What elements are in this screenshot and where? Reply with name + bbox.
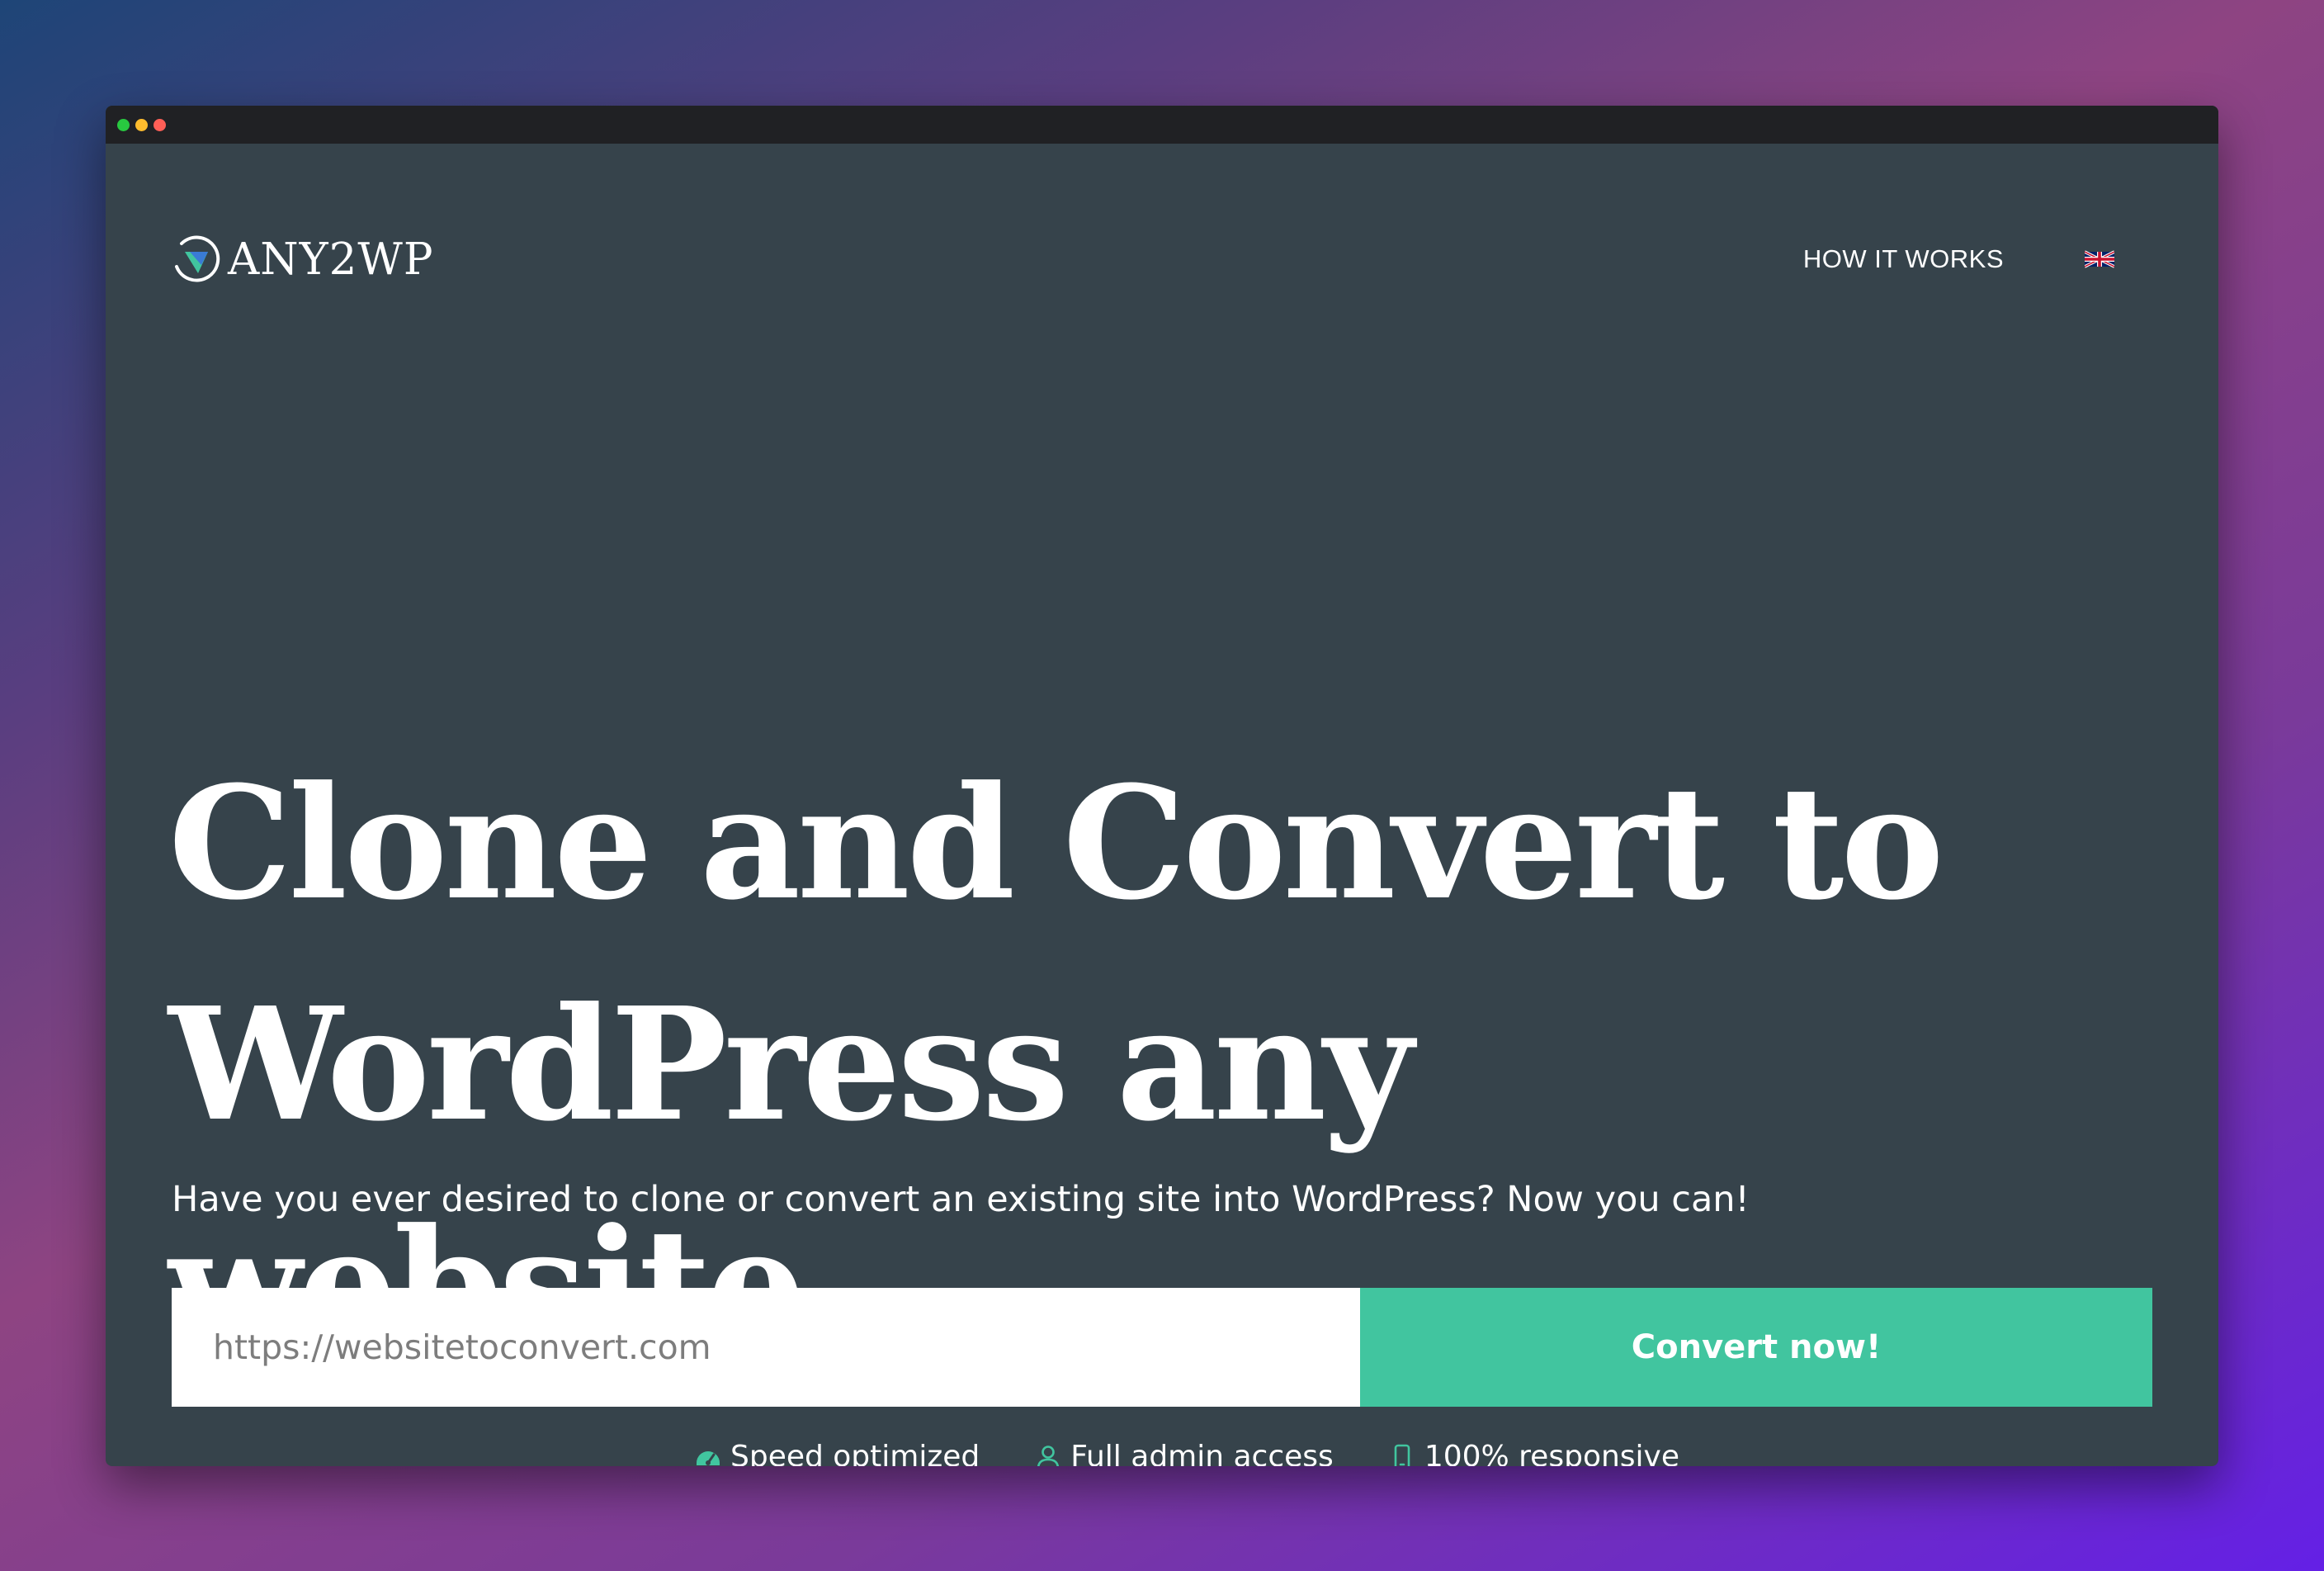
browser-window: ANY2WP HOW IT WORKS Clone and Convert to… (106, 106, 2218, 1466)
window-titlebar (106, 106, 2218, 144)
minimize-dot[interactable] (135, 118, 148, 131)
feature-admin: Full admin access (1034, 1440, 1334, 1466)
page-content: ANY2WP HOW IT WORKS Clone and Convert to… (106, 144, 2218, 1466)
speedometer-icon (696, 1450, 720, 1465)
feature-label: Full admin access (1070, 1440, 1334, 1466)
logo-mark-icon (175, 235, 220, 282)
feature-speed: Speed optimized (694, 1440, 980, 1466)
nav-links: HOW IT WORKS (1803, 244, 2114, 274)
close-dot[interactable] (117, 118, 130, 131)
url-input[interactable] (172, 1288, 1360, 1407)
brand-name: ANY2WP (228, 234, 434, 285)
user-icon (1037, 1445, 1060, 1466)
feature-list: Speed optimized Full admin access 100% r… (106, 1440, 2218, 1466)
convert-form: Convert now! (172, 1288, 2152, 1407)
nav-link-how-it-works[interactable]: HOW IT WORKS (1803, 244, 2004, 274)
feature-label: 100% responsive (1424, 1440, 1679, 1466)
convert-now-button[interactable]: Convert now! (1360, 1288, 2152, 1407)
brand-logo[interactable]: ANY2WP (170, 232, 434, 286)
feature-label: Speed optimized (730, 1440, 980, 1466)
feature-responsive: 100% responsive (1388, 1440, 1679, 1466)
mobile-phone-icon (1394, 1444, 1410, 1466)
hero-headline-line-1: Clone and Convert to (168, 752, 1944, 935)
maximize-dot[interactable] (154, 118, 166, 131)
top-nav: ANY2WP HOW IT WORKS (170, 226, 2154, 292)
hero-subheading: Have you ever desired to clone or conver… (172, 1179, 1750, 1220)
uk-flag-icon[interactable] (2085, 249, 2114, 269)
